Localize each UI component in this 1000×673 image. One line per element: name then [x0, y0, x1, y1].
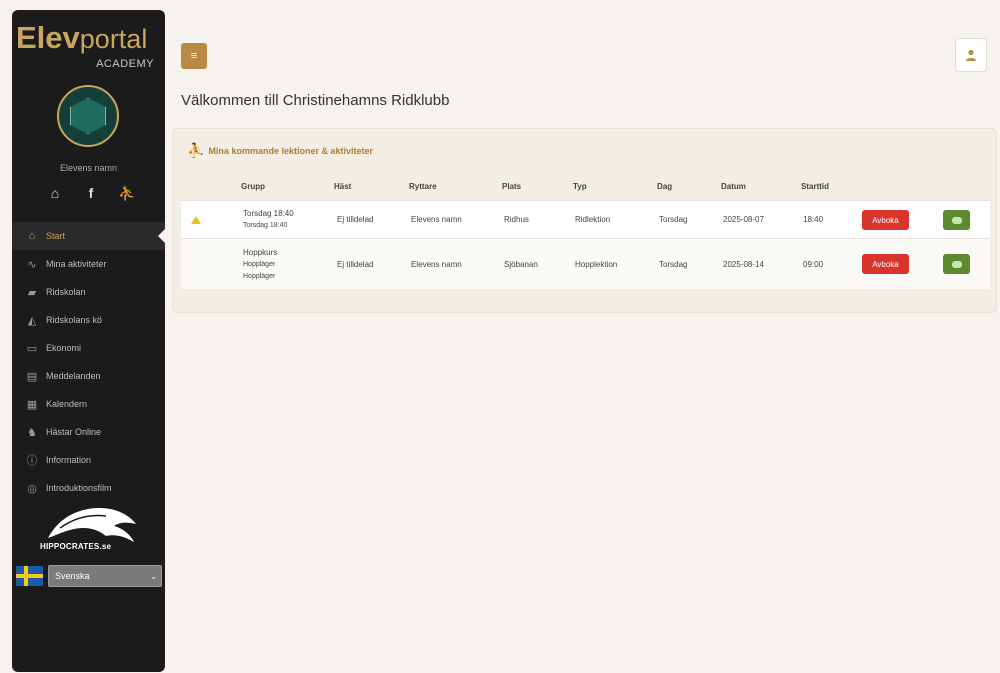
page-title: Välkommen till Christinehamns Ridklubb [181, 92, 450, 109]
sidebar-item-ridskolan[interactable]: ▰ Ridskolan [12, 278, 165, 306]
home-icon[interactable]: ⌂ [46, 185, 64, 202]
ryttare-cell: Elevens namn [411, 215, 462, 224]
datum-cell: 2025-08-07 [723, 215, 764, 224]
sidebar-item-start[interactable]: ⌂ Start [12, 222, 166, 250]
chat-icon [951, 216, 962, 224]
column-header-typ: Typ [573, 181, 587, 191]
column-header-starttid: Starttid [801, 181, 829, 191]
column-header-dag: Dag [657, 181, 673, 191]
brand-bold: Elev [16, 20, 80, 55]
upcoming-activities-card: ⛹ Mina kommande lektioner & aktiviteter … [172, 128, 997, 313]
user-icon [966, 49, 976, 61]
sidebar-item-activities[interactable]: ∿ Mina aktiviteter [12, 250, 165, 278]
column-header-hast: Häst [334, 181, 352, 191]
grupp-line: Hoppkurs [243, 248, 278, 257]
grupp-line: Torsdag 18:40 [243, 209, 294, 218]
brand-light: portal [79, 24, 148, 54]
school-icon: ▰ [27, 286, 37, 299]
activity-icon: ∿ [27, 258, 37, 271]
rider-icon[interactable]: ⛹ [118, 185, 136, 202]
student-name: Elevens namn [59, 163, 118, 173]
partner-logo-text: HIPPOCRATES.se [40, 542, 112, 551]
sidebar-item-label: Ridskolans kö [46, 315, 103, 325]
table-row[interactable]: Hoppkurs Hoppläger Hoppläger Ej tilldela… [181, 238, 990, 289]
sidebar-item-label: Hästar Online [46, 427, 102, 437]
column-header-ryttare: Ryttare [409, 181, 437, 191]
home-icon: ⌂ [28, 230, 36, 242]
hamburger-icon: ≡ [190, 50, 198, 62]
cancel-button[interactable]: Avboka [862, 210, 909, 230]
language-row: Svenska ⌄ [16, 565, 162, 587]
info-icon: ⓘ [26, 455, 38, 467]
dag-cell: Torsdag [659, 259, 688, 269]
warning-icon [191, 216, 201, 224]
hast-cell: Ej tilldelad [337, 259, 374, 269]
film-icon: ◎ [27, 482, 37, 495]
sidebar-item-label: Start [46, 231, 66, 241]
starttid-cell: 09:00 [803, 259, 824, 269]
starttid-cell: 18:40 [803, 215, 824, 224]
grupp-line: Torsdag 18:40 [243, 222, 288, 229]
menu-toggle-button[interactable]: ≡ [181, 43, 207, 69]
sidebar-item-information[interactable]: ⓘ Information [12, 446, 165, 474]
activities-table: Grupp Häst Ryttare Plats Typ Dag Datum S… [181, 172, 990, 289]
club-emblem-icon [70, 98, 106, 134]
sidebar: Elevportal ACADEMY Elevens namn ⌂ f ⛹ ⌂ S… [12, 10, 166, 672]
queue-icon: ◭ [27, 314, 37, 327]
language-select[interactable]: Svenska ⌄ [48, 565, 162, 587]
horse-icon: ♞ [27, 426, 37, 439]
plats-cell: Ridhus [504, 215, 529, 224]
grupp-line: Hoppläger [243, 261, 276, 268]
column-header-grupp: Grupp [241, 181, 265, 191]
table-header: Grupp Häst Ryttare Plats Typ Dag Datum S… [181, 172, 990, 200]
chat-icon [951, 260, 962, 268]
typ-cell: Ridlektion [575, 215, 611, 224]
card-header: ⛹ Mina kommande lektioner & aktiviteter [187, 142, 373, 159]
sidebar-nav: ⌂ Start ∿ Mina aktiviteter ▰ Ridskolan ◭ Rid… [12, 222, 166, 502]
plats-cell: Sjöbanan [504, 259, 538, 269]
sidebar-item-queue[interactable]: ◭ Ridskolans kö [12, 306, 165, 334]
brand-logo[interactable]: Elevportal ACADEMY [16, 20, 166, 71]
quick-links: ⌂ f ⛹ [46, 185, 136, 202]
sidebar-item-label: Kalendern [46, 399, 88, 409]
sidebar-item-horses[interactable]: ♞ Hästar Online [12, 418, 165, 446]
sidebar-item-messages[interactable]: ▤ Meddelanden [12, 362, 165, 390]
cancel-button[interactable]: Avboka [862, 254, 909, 274]
sidebar-item-label: Ridskolan [46, 287, 86, 297]
grupp-line: Hoppläger [243, 273, 276, 280]
grupp-cell: Torsdag 18:40 Torsdag 18:40 [243, 208, 294, 232]
grupp-cell: Hoppkurs Hoppläger Hoppläger [243, 247, 277, 283]
column-header-plats: Plats [502, 181, 522, 191]
ryttare-cell: Elevens namn [411, 259, 462, 269]
card-title: Mina kommande lektioner & aktiviteter [208, 145, 373, 156]
presentation-icon: ⛹ [187, 142, 205, 158]
sidebar-item-label: Information [46, 455, 92, 465]
sidebar-item-economy[interactable]: ▭ Ekonomi [12, 334, 165, 362]
calendar-icon: ▦ [26, 398, 38, 411]
sidebar-item-label: Introduktionsfilm [46, 483, 112, 493]
sweden-flag-icon [16, 566, 43, 586]
club-avatar [57, 85, 119, 147]
table-row[interactable]: Torsdag 18:40 Torsdag 18:40 Ej tilldelad… [181, 200, 990, 238]
message-icon: ▤ [26, 370, 38, 383]
message-button[interactable] [943, 254, 970, 274]
sidebar-item-label: Ekonomi [46, 343, 82, 353]
datum-cell: 2025-08-14 [723, 259, 764, 269]
dag-cell: Torsdag [659, 215, 688, 224]
typ-cell: Hopplektion [575, 259, 618, 269]
sidebar-item-calendar[interactable]: ▦ Kalendern [12, 390, 165, 418]
sidebar-item-label: Mina aktiviteter [46, 259, 107, 269]
facebook-icon[interactable]: f [82, 185, 100, 202]
language-value: Svenska [55, 571, 90, 581]
user-menu-button[interactable] [955, 38, 987, 72]
money-icon: ▭ [26, 342, 38, 355]
hast-cell: Ej tilldelad [337, 215, 374, 224]
brand-subtitle: ACADEMY [96, 58, 154, 70]
sidebar-item-label: Meddelanden [46, 371, 101, 381]
column-header-datum: Datum [721, 181, 746, 191]
message-button[interactable] [943, 210, 970, 230]
chevron-down-icon: ⌄ [150, 571, 157, 581]
